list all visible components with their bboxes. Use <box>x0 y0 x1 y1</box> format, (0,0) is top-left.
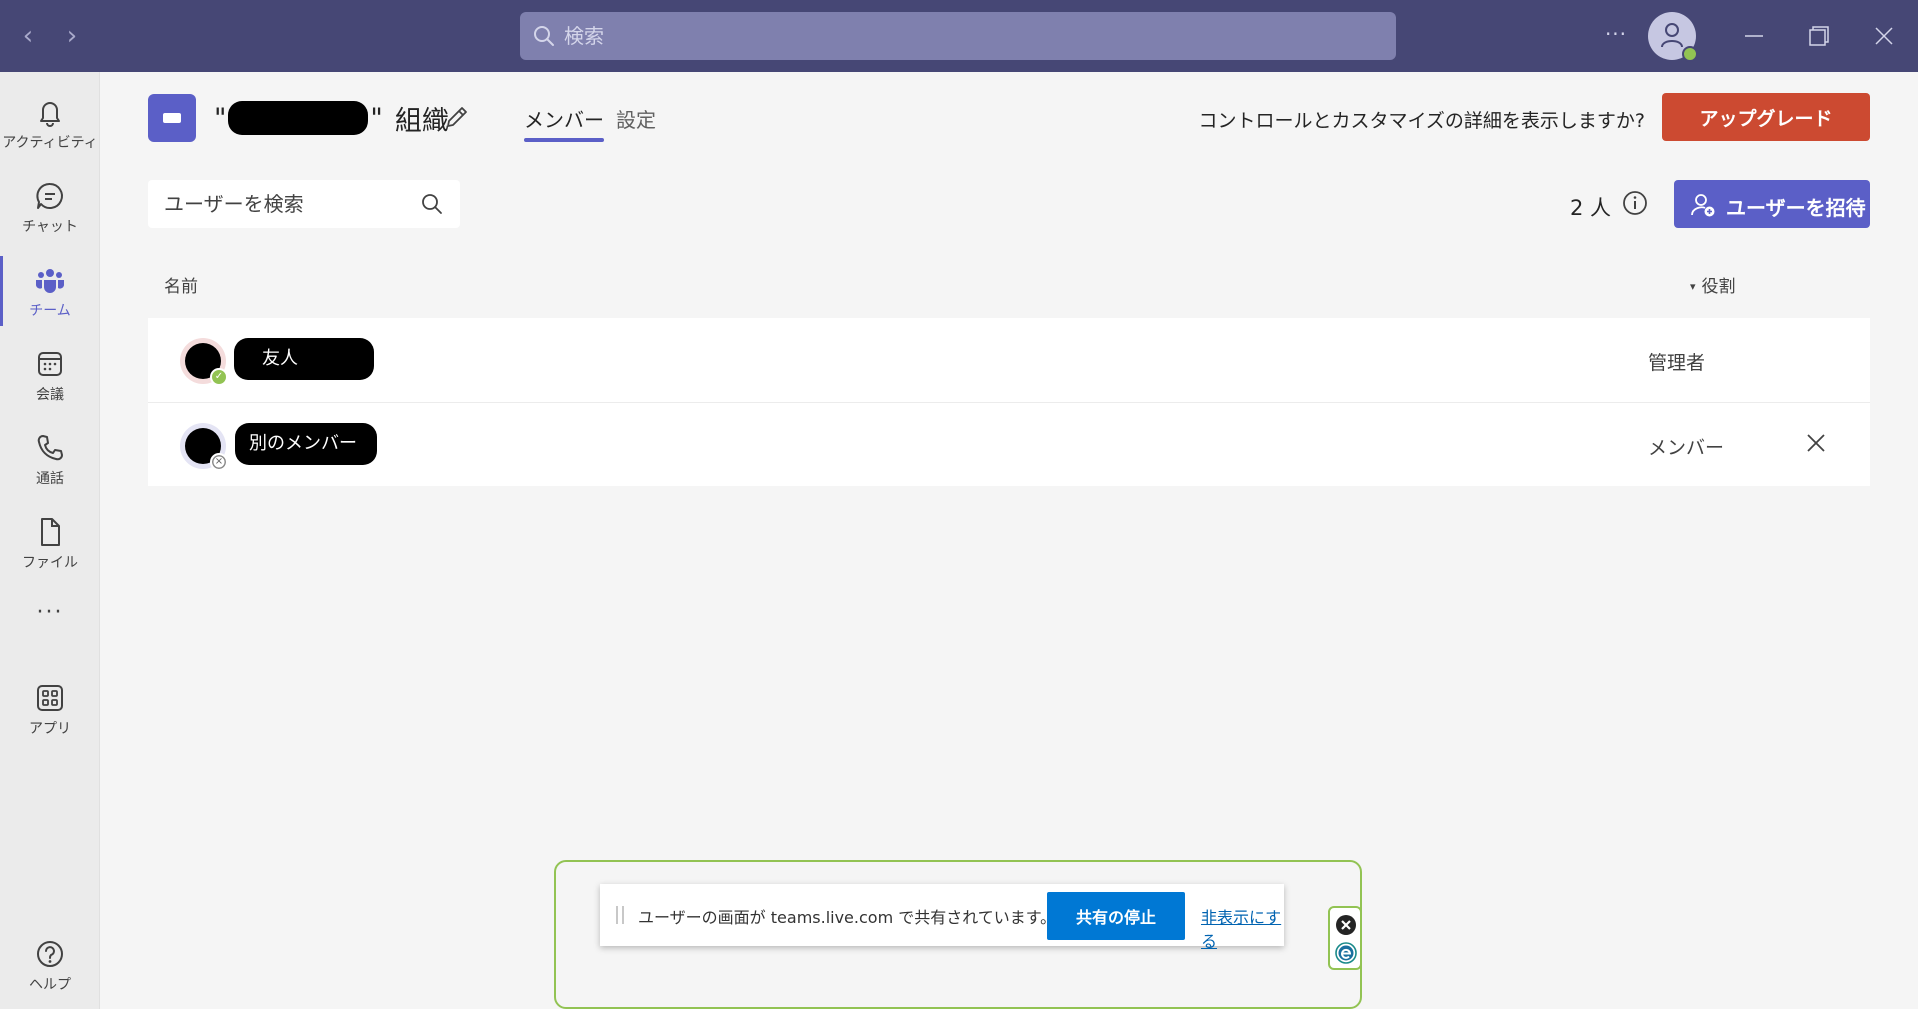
rail-label: アプリ <box>29 721 71 737</box>
profile-avatar[interactable] <box>1648 12 1698 62</box>
avatar: × <box>180 423 228 471</box>
back-arrow-icon[interactable]: ‹ <box>14 22 42 50</box>
rail-item-chat[interactable]: チャット <box>0 170 100 250</box>
rail-more-icon[interactable]: ··· <box>0 600 100 625</box>
bell-icon <box>40 102 60 127</box>
redacted-org-name <box>228 101 369 135</box>
drag-handle-icon[interactable] <box>616 906 624 924</box>
column-header-role[interactable]: ▾ 役割 <box>1690 272 1736 297</box>
avatar: ✓ <box>180 338 228 386</box>
share-message: ユーザーの画面が teams.live.com で共有されています。 <box>638 908 1057 927</box>
teams-icon <box>35 269 65 293</box>
table-row[interactable]: × 別のメンバー メンバー <box>148 402 1870 486</box>
tab-members[interactable]: メンバー <box>524 104 604 142</box>
apps-icon <box>37 685 63 711</box>
rail-item-activity[interactable]: アクティビティ <box>0 86 100 166</box>
global-search-input[interactable] <box>564 12 1384 60</box>
remove-member-icon[interactable] <box>1804 431 1828 455</box>
share-side-tools <box>1328 906 1362 970</box>
rail-item-apps[interactable]: アプリ <box>0 672 100 752</box>
table-row[interactable]: ✓ 友人 管理者 <box>148 318 1870 402</box>
chat-icon <box>36 182 63 209</box>
rail-item-calls[interactable]: 通話 <box>0 422 100 502</box>
pencil-icon[interactable] <box>444 104 470 130</box>
sort-caret-icon: ▾ <box>1690 280 1696 293</box>
rail-label: アクティビティ <box>2 135 98 151</box>
org-quote-close: " <box>370 102 383 134</box>
more-options-icon[interactable]: ··· <box>1602 22 1630 50</box>
calendar-icon <box>38 352 62 376</box>
offline-status-icon: × <box>210 453 228 471</box>
rail-label: チャット <box>22 219 78 235</box>
org-tile <box>148 94 196 142</box>
column-header-role-label: 役割 <box>1701 277 1736 297</box>
member-name: 別のメンバー <box>235 423 377 465</box>
file-icon <box>41 518 60 546</box>
minimize-icon[interactable] <box>1736 18 1772 54</box>
rail-label: ファイル <box>22 555 78 571</box>
rail-label: チーム <box>29 303 71 319</box>
close-window-icon[interactable] <box>1866 18 1902 54</box>
org-quote-open: " <box>214 102 227 134</box>
available-status-icon: ✓ <box>210 368 228 386</box>
rail-item-files[interactable]: ファイル <box>0 506 100 586</box>
rail-item-meetings[interactable]: 会議 <box>0 338 100 418</box>
tab-settings[interactable]: 設定 <box>616 104 656 133</box>
user-search[interactable] <box>148 180 460 228</box>
person-icon <box>1661 23 1683 48</box>
title-bar: ‹ › ··· <box>0 0 1918 72</box>
invite-user-button[interactable]: ユーザーを招待 <box>1674 180 1870 228</box>
hide-link[interactable]: 非表示にする <box>1201 904 1284 952</box>
invite-user-label: ユーザーを招待 <box>1726 196 1866 220</box>
member-role: メンバー <box>1648 437 1725 459</box>
add-person-icon <box>1691 194 1715 217</box>
rail-item-help[interactable]: ヘルプ <box>0 928 100 1008</box>
member-name: 友人 <box>234 338 374 380</box>
upgrade-button[interactable]: アップグレード <box>1662 93 1870 141</box>
screen-share-bar: ユーザーの画面が teams.live.com で共有されています。 共有の停止… <box>600 884 1284 951</box>
info-icon[interactable] <box>1622 190 1648 216</box>
stop-sharing-button[interactable]: 共有の停止 <box>1047 892 1185 940</box>
restore-icon[interactable] <box>1800 18 1836 54</box>
rail-label: 通話 <box>36 471 64 487</box>
presence-badge <box>1682 46 1698 62</box>
user-search-input[interactable] <box>164 180 414 228</box>
rail-label: ヘルプ <box>29 977 71 993</box>
app-rail: アクティビティ チャット チーム 会議 通話 ファイル ··· アプリ ヘルプ <box>0 72 100 1009</box>
upgrade-question: コントロールとカスタマイズの詳細を表示しますか? <box>1198 110 1645 132</box>
phone-icon <box>37 435 63 461</box>
close-circle-icon[interactable] <box>1335 914 1357 936</box>
member-count: 2 人 <box>1570 196 1612 220</box>
org-suffix: 組織 <box>394 105 449 137</box>
search-icon <box>534 26 554 46</box>
member-role: 管理者 <box>1648 352 1706 374</box>
column-header-name: 名前 <box>164 277 198 297</box>
rail-label: 会議 <box>36 387 64 403</box>
search-icon <box>422 194 442 214</box>
help-icon <box>37 941 63 967</box>
edge-icon[interactable] <box>1335 942 1357 964</box>
forward-arrow-icon[interactable]: › <box>58 22 86 50</box>
org-icon <box>163 113 181 123</box>
org-name: " " 組織 <box>214 96 449 140</box>
rail-item-teams[interactable]: チーム <box>0 254 100 334</box>
global-search[interactable] <box>520 12 1396 60</box>
